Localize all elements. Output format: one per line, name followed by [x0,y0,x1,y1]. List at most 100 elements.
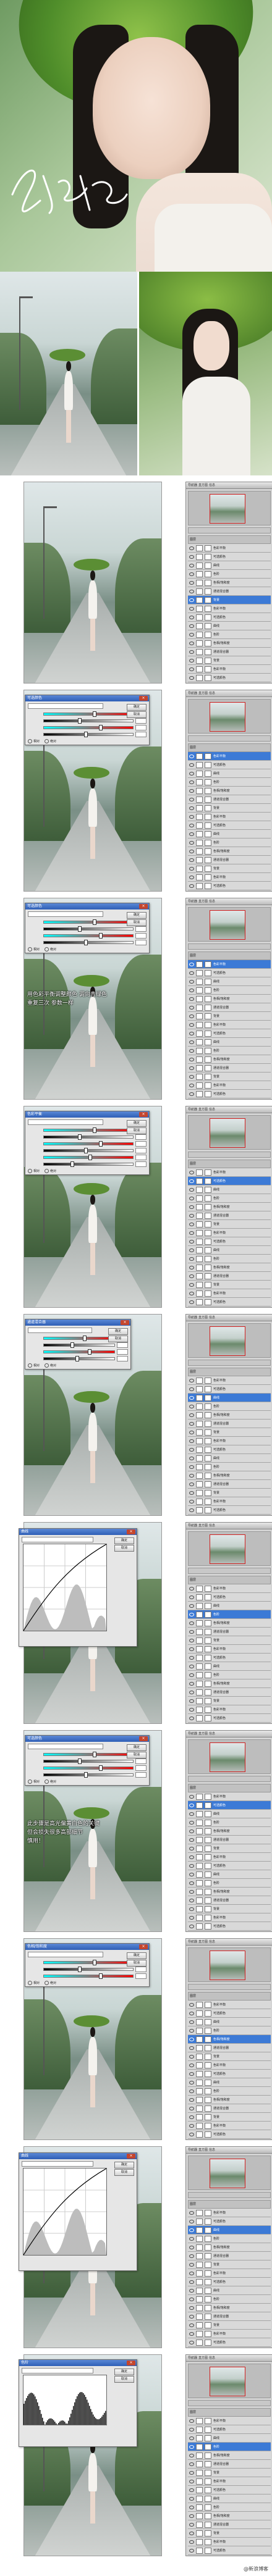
layer-row[interactable]: 可选颜色 [188,2070,271,2078]
levels-histogram[interactable] [23,2375,107,2425]
layer-row[interactable]: 色阶 [188,1610,271,1619]
panel-tab[interactable]: 信息 [209,482,215,488]
cancel-button[interactable]: 取消 [127,1960,147,1967]
slider-track[interactable] [43,1336,115,1341]
eye-icon[interactable] [189,763,194,767]
layer-row[interactable]: 可选颜色 [188,1298,271,1307]
eye-icon[interactable] [189,2505,194,2509]
eye-icon[interactable] [189,1508,194,1512]
layer-row[interactable]: 通道混合器 [188,856,271,864]
layer-row[interactable]: 色相/饱和度 [188,1471,271,1480]
layer-row[interactable]: 曲线 [188,977,271,986]
layer-row[interactable]: 色彩平衡 [188,1376,271,1385]
layer-row[interactable]: 通道混合器 [188,1480,271,1489]
preset-select[interactable] [22,2368,93,2373]
layer-row[interactable]: 色相/饱和度 [188,1888,271,1896]
value-field[interactable] [135,1148,147,1153]
eye-icon[interactable] [189,624,194,628]
layer-row[interactable]: 可选颜色 [188,969,271,977]
slider-knob[interactable] [77,926,82,932]
cancel-button[interactable]: 取消 [127,711,147,718]
slider-knob[interactable] [83,1772,88,1778]
layer-row[interactable]: 色相/饱和度 [188,2304,271,2312]
layer-row[interactable]: 可选颜色 [188,2486,271,2494]
layer-row[interactable]: 色相/饱和度 [188,2035,271,2044]
slider-track[interactable] [43,725,134,730]
method-option-absolute[interactable]: 绝对 [45,1981,56,1985]
eye-icon[interactable] [189,1413,194,1417]
layer-row[interactable]: 色阶 [188,1671,271,1679]
eye-icon[interactable] [189,1265,194,1269]
eye-icon[interactable] [189,2427,194,2432]
layer-row[interactable]: 色相/饱和度 [188,639,271,648]
eye-icon[interactable] [189,1257,194,1261]
slider-track[interactable] [43,926,134,932]
layer-row[interactable]: 可选颜色 [188,1862,271,1870]
layer-row[interactable]: 色彩平衡 [188,2417,271,2425]
layer-row[interactable]: 背景 [188,1905,271,1913]
layer-row[interactable]: 曲线 [188,2494,271,2503]
layer-row[interactable]: 色阶 [188,2087,271,2096]
zoom-slider[interactable] [188,527,271,533]
preset-select[interactable] [28,1744,103,1749]
slider-track[interactable] [43,1141,134,1147]
preset-select[interactable] [22,2161,93,2167]
eye-icon[interactable] [189,554,194,559]
layer-row[interactable]: 色相/饱和度 [188,995,271,1003]
layer-row[interactable]: 色阶 [188,1463,271,1471]
zoom-slider[interactable] [188,1152,271,1158]
slider-track[interactable] [43,1772,134,1778]
eye-icon[interactable] [189,1205,194,1209]
layer-row[interactable]: 色阶 [188,2443,271,2451]
eye-icon[interactable] [189,875,194,879]
eye-icon[interactable] [189,650,194,654]
layer-row[interactable]: 色相/饱和度 [188,579,271,587]
navigator-view-frame[interactable] [210,494,245,524]
cancel-button[interactable]: 取消 [114,2376,134,2383]
cancel-button[interactable]: 取消 [127,1127,147,1134]
preset-select[interactable] [28,703,103,709]
panel-tab[interactable]: 直方图 [198,2147,208,2153]
panel-tab[interactable]: 直方图 [198,2355,208,2361]
layer-row[interactable]: 可选颜色 [188,1922,271,1931]
layer-row[interactable]: 色彩平衡 [188,2122,271,2130]
eye-icon[interactable] [189,1291,194,1295]
slider-knob[interactable] [75,1356,80,1361]
eye-icon[interactable] [189,780,194,784]
eye-icon[interactable] [189,2262,194,2267]
slider-track[interactable] [43,1161,134,1167]
layer-row[interactable]: 通道混合器 [188,1272,271,1281]
method-option-absolute[interactable]: 绝对 [45,1363,56,1368]
layer-row[interactable]: 可选颜色 [188,2278,271,2286]
eye-icon[interactable] [189,1482,194,1486]
panel-tab[interactable]: 信息 [209,2355,215,2361]
layer-row[interactable]: 背景 [188,2260,271,2269]
panel-tab[interactable]: 信息 [209,1523,215,1529]
value-field[interactable] [135,725,147,730]
layer-row[interactable]: 色相/饱和度 [188,847,271,856]
slider-knob[interactable] [88,1155,92,1160]
eye-icon[interactable] [189,1395,194,1400]
layer-row[interactable]: 可选颜色 [188,2009,271,2018]
radio-icon[interactable] [28,1169,32,1173]
zoom-slider[interactable] [188,1568,271,1574]
value-field[interactable] [117,1349,128,1355]
navigator-view-frame[interactable] [210,910,245,940]
layer-row[interactable]: 色彩平衡 [188,813,271,821]
layer-row[interactable]: 色彩平衡 [188,1792,271,1801]
eye-icon[interactable] [189,2340,194,2344]
eye-icon[interactable] [189,1213,194,1218]
eye-icon[interactable] [189,1170,194,1174]
layer-row[interactable]: 色彩平衡 [188,665,271,674]
layer-row[interactable]: 色彩平衡 [188,1021,271,1029]
layer-row[interactable]: 通道混合器 [188,2252,271,2260]
eye-icon[interactable] [189,2271,194,2275]
close-icon[interactable]: × [139,696,148,701]
layer-row[interactable]: 色阶 [188,2026,271,2035]
preset-select[interactable] [28,1119,103,1125]
layer-row[interactable]: 曲线 [188,2434,271,2443]
eye-icon[interactable] [189,1083,194,1087]
ok-button[interactable]: 确定 [127,912,147,919]
radio-icon[interactable] [45,739,49,743]
eye-icon[interactable] [189,1812,194,1816]
